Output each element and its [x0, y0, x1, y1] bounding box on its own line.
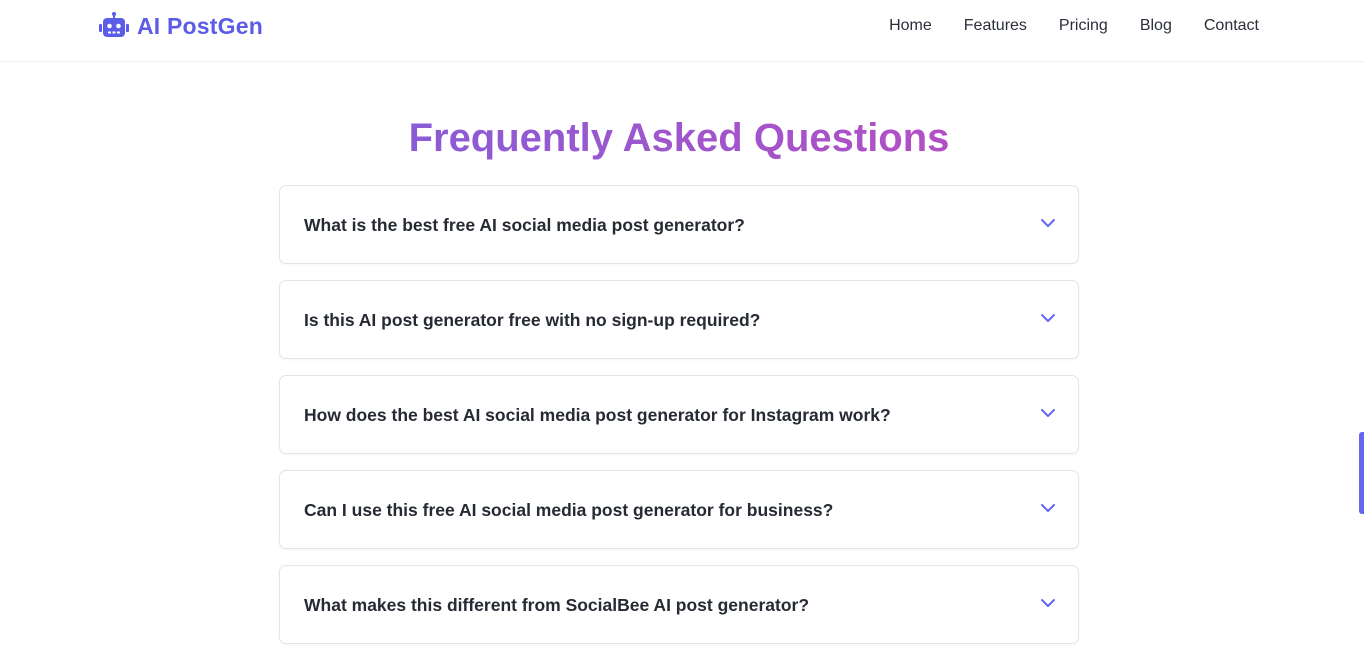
site-header: AI PostGen Home Features Pricing Blog Co…: [0, 0, 1364, 62]
nav-home-link[interactable]: Home: [889, 16, 932, 36]
chevron-down-icon: [1041, 599, 1055, 607]
faq-item[interactable]: Is this AI post generator free with no s…: [279, 280, 1079, 359]
chevron-down-icon: [1041, 504, 1055, 512]
faq-heading-text: Frequently Asked Questions: [408, 116, 950, 161]
faq-question: What is the best free AI social media po…: [304, 215, 745, 235]
chevron-down-icon: [1041, 409, 1055, 417]
faq-question: Is this AI post generator free with no s…: [304, 310, 761, 330]
nav-contact-link[interactable]: Contact: [1204, 16, 1259, 36]
logo-link[interactable]: AI PostGen: [98, 12, 263, 40]
faq-item[interactable]: What makes this different from SocialBee…: [279, 565, 1079, 644]
chevron-down-icon: [1041, 219, 1055, 227]
faq-item[interactable]: How does the best AI social media post g…: [279, 375, 1079, 454]
faq-item[interactable]: What is the best free AI social media po…: [279, 185, 1079, 264]
faq-question: Can I use this free AI social media post…: [304, 500, 834, 520]
faq-heading: Frequently Asked Questions: [0, 113, 1358, 163]
nav-pricing-link[interactable]: Pricing: [1059, 16, 1108, 36]
scrollbar-thumb[interactable]: [1359, 432, 1364, 514]
main-nav: Home Features Pricing Blog Contact: [857, 16, 1259, 36]
faq-item[interactable]: Can I use this free AI social media post…: [279, 470, 1079, 549]
chevron-down-icon: [1041, 314, 1055, 322]
nav-blog-link[interactable]: Blog: [1140, 16, 1172, 36]
faq-list: What is the best free AI social media po…: [279, 185, 1079, 660]
logo-text: AI PostGen: [137, 12, 263, 39]
robot-icon: [98, 12, 130, 40]
faq-question: How does the best AI social media post g…: [304, 405, 891, 425]
faq-question: What makes this different from SocialBee…: [304, 595, 810, 615]
nav-features-link[interactable]: Features: [964, 16, 1027, 36]
